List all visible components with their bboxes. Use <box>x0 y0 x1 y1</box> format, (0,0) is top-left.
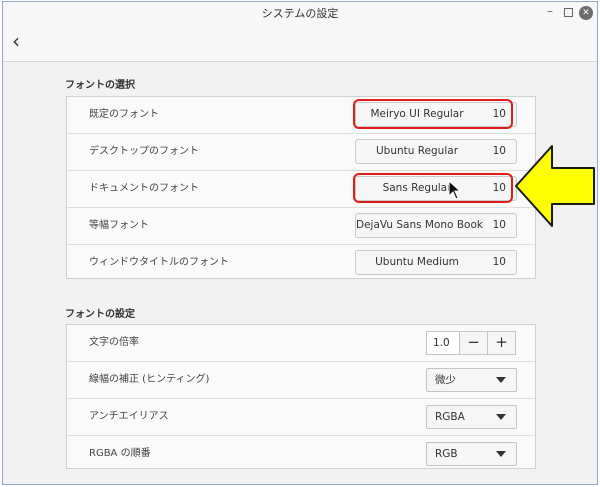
text-scale-input[interactable]: 1.0 <box>426 331 460 355</box>
header-bar: ‹ <box>3 24 597 62</box>
close-button[interactable]: ✕ <box>579 6 593 20</box>
antialias-label: アンチエイリアス <box>89 411 169 422</box>
default-font-label: 既定のフォント <box>89 109 159 120</box>
font-selection-list: 既定のフォント Meiryo UI Regular 10 デスクトップのフォント… <box>66 96 536 279</box>
desktop-font-name: Ubuntu Regular <box>375 145 459 157</box>
rgba-order-label: RGBA の順番 <box>89 448 151 459</box>
window-title-font-size: 10 <box>492 256 506 268</box>
minimize-button[interactable]: – <box>543 5 557 20</box>
rgba-order-value: RGB <box>435 448 458 460</box>
monospace-font-size: 10 <box>492 219 506 231</box>
font-settings-list: 文字の倍率 1.0 − + 線幅の補正 (ヒンティング) 微少 アンチエイリアス… <box>66 324 536 469</box>
dropdown-arrow-icon <box>496 451 506 457</box>
settings-window: システムの設定 – ✕ ‹ フォントの選択 既定のフォント Meiryo UI … <box>2 1 598 485</box>
dropdown-arrow-icon <box>496 377 506 383</box>
window-title-font-label: ウィンドウタイトルのフォント <box>89 257 229 268</box>
desktop-font-button[interactable]: Ubuntu Regular 10 <box>355 139 517 164</box>
window-title: システムの設定 <box>261 7 339 20</box>
monospace-font-row: 等幅フォント DejaVu Sans Mono Book 10 <box>67 208 535 245</box>
hinting-value: 微少 <box>435 374 456 386</box>
hinting-row: 線幅の補正 (ヒンティング) 微少 <box>67 362 535 399</box>
monospace-font-name: DejaVu Sans Mono Book <box>356 219 483 231</box>
rgba-order-dropdown[interactable]: RGB <box>426 442 517 466</box>
text-scale-label: 文字の倍率 <box>89 337 139 348</box>
red-highlight-box <box>353 99 513 129</box>
yellow-arrow-icon <box>515 145 595 227</box>
document-font-label: ドキュメントのフォント <box>89 183 199 194</box>
red-highlight-box <box>353 173 513 203</box>
decrease-button[interactable]: − <box>459 331 488 355</box>
hinting-dropdown[interactable]: 微少 <box>426 368 517 392</box>
font-settings-title: フォントの設定 <box>65 309 135 320</box>
mouse-pointer-icon <box>448 180 462 200</box>
window-title-font-row: ウィンドウタイトルのフォント Ubuntu Medium 10 <box>67 245 535 282</box>
desktop-font-row: デスクトップのフォント Ubuntu Regular 10 <box>67 134 535 171</box>
dropdown-arrow-icon <box>496 414 506 420</box>
window-title-font-button[interactable]: Ubuntu Medium 10 <box>355 250 517 275</box>
maximize-button[interactable] <box>561 6 575 20</box>
title-bar: システムの設定 – ✕ <box>3 2 597 24</box>
monospace-font-button[interactable]: DejaVu Sans Mono Book 10 <box>355 213 517 238</box>
desktop-font-size: 10 <box>492 145 506 157</box>
default-font-row: 既定のフォント Meiryo UI Regular 10 <box>67 97 535 134</box>
rgba-order-row: RGBA の順番 RGB <box>67 436 535 473</box>
antialias-value: RGBA <box>435 411 465 423</box>
text-scale-row: 文字の倍率 1.0 − + <box>67 325 535 362</box>
antialias-row: アンチエイリアス RGBA <box>67 399 535 436</box>
monospace-font-label: 等幅フォント <box>89 220 149 231</box>
hinting-label: 線幅の補正 (ヒンティング) <box>89 374 210 385</box>
antialias-dropdown[interactable]: RGBA <box>426 405 517 429</box>
back-button[interactable]: ‹ <box>12 30 20 52</box>
increase-button[interactable]: + <box>487 331 516 355</box>
document-font-row: ドキュメントのフォント Sans Regular 10 <box>67 171 535 208</box>
maximize-icon <box>563 8 573 17</box>
font-selection-title: フォントの選択 <box>65 80 135 91</box>
desktop-font-label: デスクトップのフォント <box>89 146 199 157</box>
window-title-font-name: Ubuntu Medium <box>375 256 459 268</box>
